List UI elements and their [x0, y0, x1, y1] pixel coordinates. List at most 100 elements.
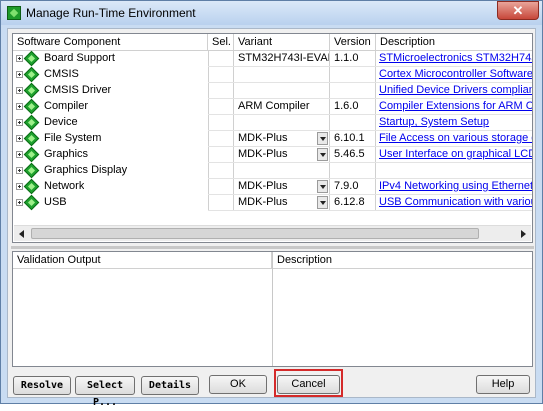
component-row[interactable]: Graphics MDK-Plus 5.46.5 User Interface on …	[13, 146, 532, 163]
expand-plus-icon[interactable]	[16, 135, 23, 142]
component-row[interactable]: USB MDK-Plus 6.12.8 USB Communication with …	[13, 194, 532, 211]
component-select-cell[interactable]	[208, 67, 234, 83]
variant-dropdown-arrow-icon[interactable]	[317, 180, 328, 193]
component-name: CMSIS Driver	[44, 84, 112, 96]
expand-plus-icon[interactable]	[16, 167, 23, 174]
component-variant	[234, 67, 330, 83]
component-gem-icon	[23, 66, 40, 83]
component-version	[330, 115, 376, 131]
variant-dropdown-arrow-icon[interactable]	[317, 148, 328, 161]
component-variant-value: MDK-Plus	[238, 132, 288, 144]
component-gem-icon	[23, 82, 40, 99]
component-name: Compiler	[44, 100, 89, 112]
cancel-highlight-box	[274, 369, 343, 397]
component-description-link[interactable]: Cortex Microcontroller Software Interfac…	[376, 67, 532, 83]
component-version: 5.46.5	[330, 147, 376, 163]
component-variant[interactable]: MDK-Plus	[234, 195, 330, 211]
column-header-description[interactable]: Description	[376, 34, 532, 51]
select-packs-button[interactable]: Select P...	[75, 376, 135, 408]
component-select-cell[interactable]	[208, 51, 234, 67]
component-select-cell[interactable]	[208, 179, 234, 195]
resolve-button[interactable]: Resolve	[13, 376, 71, 395]
ok-button[interactable]: OK	[209, 375, 267, 394]
component-variant[interactable]: MDK-Plus	[234, 179, 330, 195]
validation-pane: Validation Output Description	[12, 251, 533, 367]
component-variant	[234, 115, 330, 131]
component-row[interactable]: CMSIS Cortex Microcontroller Software Int…	[13, 66, 532, 83]
component-description-link[interactable]: Startup, System Setup	[376, 115, 532, 131]
component-version: 6.12.8	[330, 195, 376, 211]
component-variant[interactable]: MDK-Plus	[234, 147, 330, 163]
title-bar: Manage Run-Time Environment ✕	[1, 1, 542, 25]
component-variant: STM32H743I-EVAL	[234, 51, 330, 67]
rte-app-icon	[7, 6, 21, 20]
component-description-link[interactable]: Compiler Extensions for ARM Compiler	[376, 99, 532, 115]
expand-plus-icon[interactable]	[16, 199, 23, 206]
component-description-link[interactable]: STMicroelectronics STM32H743I-EVAL	[376, 51, 532, 67]
component-row[interactable]: Graphics Display	[13, 162, 532, 179]
pane-splitter[interactable]	[11, 246, 534, 249]
help-button[interactable]: Help	[476, 375, 530, 394]
dialog-client-area: Software Component Sel. Variant Version …	[7, 28, 536, 408]
component-variant-value: MDK-Plus	[238, 180, 288, 192]
component-select-cell[interactable]	[208, 115, 234, 131]
component-row[interactable]: Board Support STM32H743I-EVAL 1.1.0 STMicro…	[13, 50, 532, 67]
component-select-cell[interactable]	[208, 195, 234, 211]
component-name: Graphics Display	[44, 164, 128, 176]
expand-plus-icon[interactable]	[16, 119, 23, 126]
component-description-link[interactable]: File Access on various storage devices	[376, 131, 532, 147]
close-button[interactable]: ✕	[497, 1, 539, 20]
component-row[interactable]: Compiler ARM Compiler 1.6.0 Compiler Extens…	[13, 98, 532, 115]
component-row[interactable]: Network MDK-Plus 7.9.0 IPv4 Networking usin…	[13, 178, 532, 195]
component-select-cell[interactable]	[208, 163, 234, 179]
window-title: Manage Run-Time Environment	[26, 6, 196, 20]
row-divider	[208, 210, 532, 211]
component-gem-icon	[23, 130, 40, 147]
component-variant-value: MDK-Plus	[238, 148, 288, 160]
component-version: 6.10.1	[330, 131, 376, 147]
column-header-sel[interactable]: Sel.	[208, 34, 234, 51]
column-header-version[interactable]: Version	[330, 34, 376, 51]
expand-plus-icon[interactable]	[16, 71, 23, 78]
expand-plus-icon[interactable]	[16, 55, 23, 62]
component-description-link[interactable]: Unified Device Drivers compliant to CMSI…	[376, 83, 532, 99]
column-header-variant[interactable]: Variant	[234, 34, 330, 51]
component-variant-value: ARM Compiler	[238, 100, 310, 112]
component-version: 7.9.0	[330, 179, 376, 195]
component-variant-value: MDK-Plus	[238, 196, 288, 208]
expand-plus-icon[interactable]	[16, 103, 23, 110]
component-description-link[interactable]: User Interface on graphical LCD displays	[376, 147, 532, 163]
column-header-component[interactable]: Software Component	[13, 34, 208, 51]
variant-dropdown-arrow-icon[interactable]	[317, 132, 328, 145]
component-description-link[interactable]	[376, 163, 532, 179]
horizontal-scrollbar[interactable]	[14, 225, 531, 241]
validation-output-header: Validation Output	[13, 252, 272, 269]
component-name: Board Support	[44, 52, 115, 64]
component-select-cell[interactable]	[208, 99, 234, 115]
component-row[interactable]: CMSIS Driver Unified Device Drivers compl…	[13, 82, 532, 99]
component-description-link[interactable]: IPv4 Networking using Ethernet or Serial	[376, 179, 532, 195]
expand-plus-icon[interactable]	[16, 87, 23, 94]
component-description-link[interactable]: USB Communication with various devices	[376, 195, 532, 211]
validation-description-header: Description	[273, 252, 532, 269]
component-version	[330, 67, 376, 83]
component-gem-icon	[23, 146, 40, 163]
component-row[interactable]: Device Startup, System Setup	[13, 114, 532, 131]
component-select-cell[interactable]	[208, 147, 234, 163]
component-select-cell[interactable]	[208, 131, 234, 147]
component-variant-value: STM32H743I-EVAL	[238, 52, 330, 64]
expand-plus-icon[interactable]	[16, 183, 23, 190]
scroll-thumb[interactable]	[31, 228, 479, 239]
variant-dropdown-arrow-icon[interactable]	[317, 196, 328, 209]
component-name: File System	[44, 132, 102, 144]
component-variant[interactable]: MDK-Plus	[234, 131, 330, 147]
scroll-left-arrow-icon[interactable]	[15, 227, 29, 240]
scroll-right-arrow-icon[interactable]	[516, 227, 530, 240]
component-gem-icon	[23, 114, 40, 131]
component-select-cell[interactable]	[208, 83, 234, 99]
details-button[interactable]: Details	[141, 376, 199, 395]
component-row[interactable]: File System MDK-Plus 6.10.1 File Access on …	[13, 130, 532, 147]
expand-plus-icon[interactable]	[16, 151, 23, 158]
manage-rte-window: Manage Run-Time Environment ✕ Software C…	[0, 0, 543, 408]
component-variant	[234, 163, 330, 179]
